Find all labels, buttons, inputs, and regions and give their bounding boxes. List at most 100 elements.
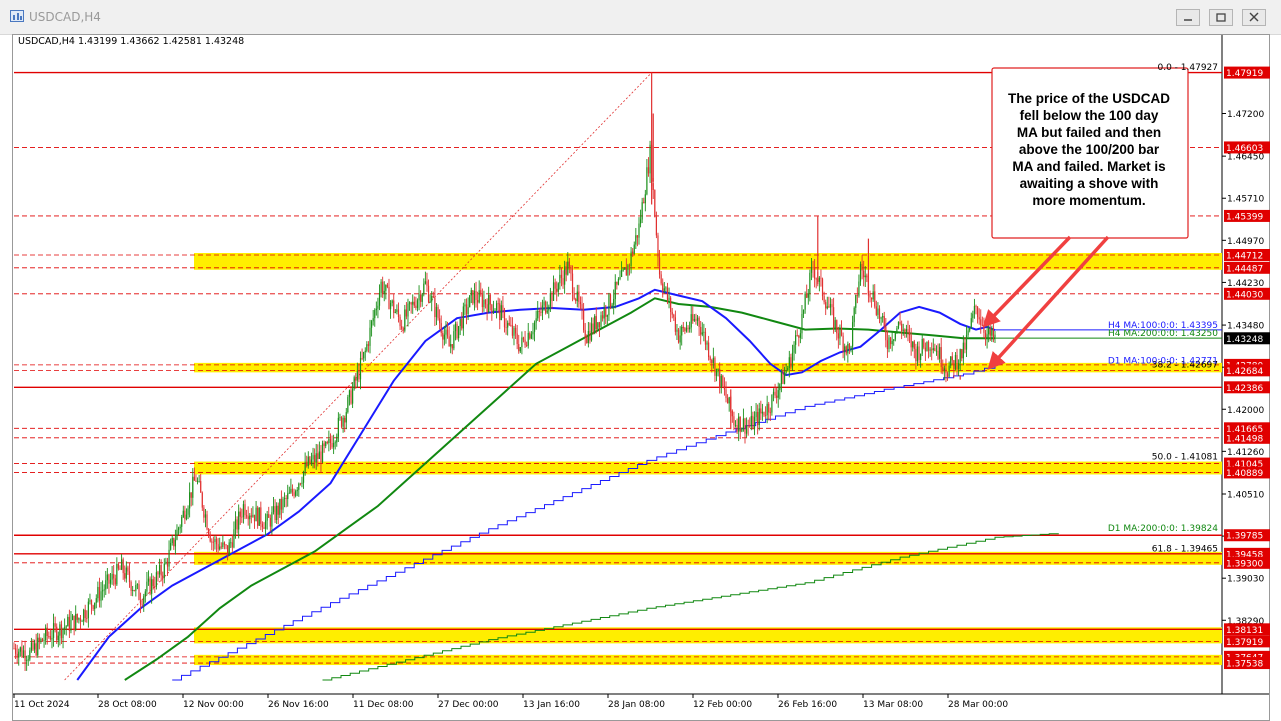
candle <box>238 504 240 539</box>
candle <box>965 325 968 357</box>
candle <box>951 352 953 365</box>
candle <box>870 297 873 308</box>
candle <box>741 427 743 433</box>
maximize-button[interactable] <box>1209 9 1233 26</box>
candle <box>701 322 703 337</box>
candle <box>594 314 596 335</box>
candle <box>481 288 483 313</box>
candle <box>242 500 245 524</box>
candle <box>673 313 675 321</box>
candle <box>314 448 316 469</box>
candle <box>791 344 794 371</box>
candle <box>641 197 643 224</box>
candle <box>356 362 358 388</box>
candle <box>87 598 89 628</box>
candle <box>853 306 855 327</box>
candle <box>437 304 439 321</box>
candle <box>537 301 539 321</box>
candle <box>657 232 659 267</box>
candle <box>529 331 531 340</box>
candle <box>494 308 496 311</box>
candle <box>386 282 389 289</box>
candle <box>984 329 987 346</box>
close-button[interactable] <box>1242 9 1266 26</box>
candle <box>280 490 283 520</box>
candle <box>575 297 577 304</box>
candle <box>907 320 909 342</box>
x-tick-label: 13 Mar 08:00 <box>863 700 923 710</box>
candle <box>165 557 167 565</box>
candle <box>627 263 629 281</box>
x-tick-label: 12 Nov 00:00 <box>183 700 244 710</box>
y-tick-label: 1.46450 <box>1227 153 1264 163</box>
fibonacci-label: 0.0 - 1.47927 <box>1158 63 1219 73</box>
candle <box>804 291 806 314</box>
candle <box>94 602 96 616</box>
candle <box>969 327 971 333</box>
candle <box>70 611 72 634</box>
price-level-label: 1.37919 <box>1224 635 1270 648</box>
candle <box>696 314 699 326</box>
candle <box>559 264 561 290</box>
candle <box>141 598 143 608</box>
candle <box>679 326 681 350</box>
candle <box>147 570 150 586</box>
candle <box>670 296 672 323</box>
candle <box>840 320 843 337</box>
candle <box>331 435 333 449</box>
minimize-button[interactable] <box>1176 9 1200 26</box>
candle <box>875 300 877 317</box>
candle <box>152 575 154 590</box>
price-chart[interactable]: The price of the USDCAD fell below the 10… <box>0 34 1281 721</box>
candle <box>291 484 294 497</box>
candle <box>174 529 176 555</box>
candle <box>220 542 222 550</box>
symbol-info-text: USDCAD,H4 1.43199 1.43662 1.42581 1.4324… <box>18 36 244 47</box>
candle <box>111 566 113 585</box>
candle <box>666 282 669 305</box>
candle <box>948 361 950 378</box>
candle <box>470 287 472 304</box>
candle <box>253 514 256 529</box>
candle <box>128 562 131 588</box>
candle <box>829 297 832 316</box>
candle <box>757 404 759 435</box>
candle <box>687 325 689 333</box>
window-title: USDCAD,H4 <box>29 10 101 24</box>
candle <box>483 290 485 312</box>
candle <box>117 562 120 571</box>
candle <box>576 284 578 308</box>
candle <box>745 417 748 438</box>
candle <box>407 298 409 327</box>
candle <box>215 536 218 553</box>
candle <box>859 261 862 286</box>
candle <box>348 389 351 406</box>
annotation-line: MA but failed and then <box>1017 125 1161 140</box>
candle <box>182 505 184 519</box>
candle <box>597 322 599 332</box>
candle <box>565 261 567 282</box>
candle <box>700 320 702 345</box>
candle <box>548 304 550 319</box>
candle <box>103 584 105 598</box>
candle <box>685 321 688 333</box>
candle <box>394 309 396 314</box>
price-level-label: 1.45399 <box>1224 209 1270 222</box>
candle <box>833 297 835 334</box>
price-level-label-text: 1.39785 <box>1226 532 1263 542</box>
candle <box>562 270 564 289</box>
candle <box>885 318 887 348</box>
candle <box>317 444 319 467</box>
support-resistance-zone <box>194 654 1222 666</box>
candle <box>334 440 336 450</box>
candle <box>991 325 993 343</box>
price-level-label-text: 1.41498 <box>1226 434 1263 444</box>
candle <box>551 291 553 309</box>
candle <box>198 474 200 483</box>
candle <box>320 445 322 473</box>
candle <box>260 501 262 531</box>
candle <box>41 637 44 642</box>
candle <box>32 639 34 652</box>
candle <box>901 320 903 340</box>
candle <box>795 330 797 354</box>
